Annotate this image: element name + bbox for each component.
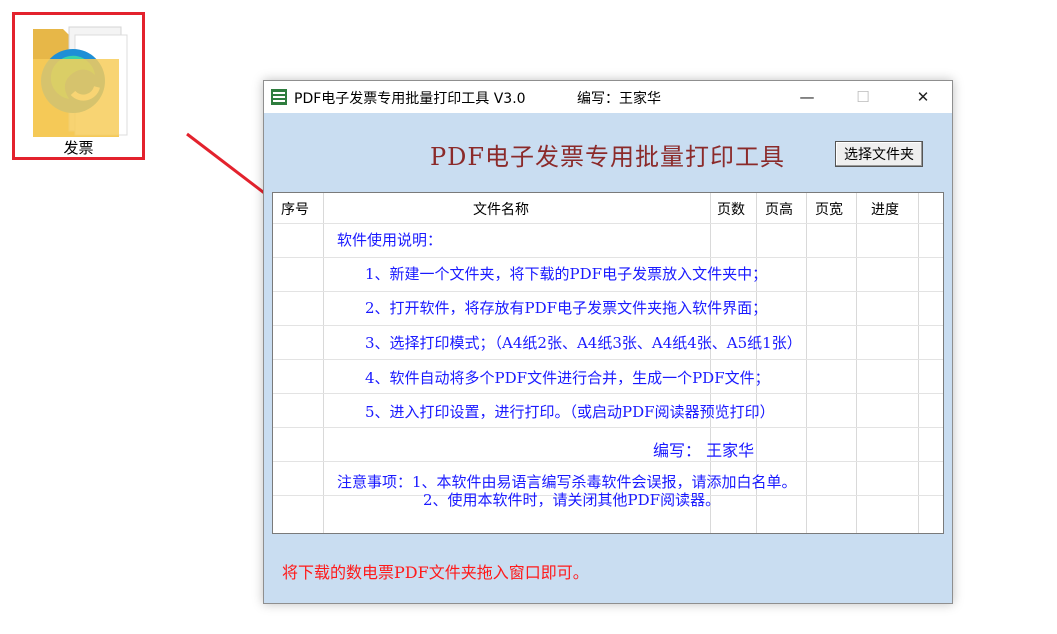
column-header-height[interactable]: 页高 xyxy=(765,199,793,219)
instructions-title: 软件使用说明： xyxy=(337,231,443,249)
notes-line-2: 2、使用本软件时，请关闭其他PDF阅读器。 xyxy=(423,491,721,509)
column-header-width[interactable]: 页宽 xyxy=(815,199,843,219)
instruction-step: 4、软件自动将多个PDF文件进行合并，生成一个PDF文件； xyxy=(365,369,770,387)
instruction-step: 2、打开软件，将存放有PDF电子发票文件夹拖入软件界面； xyxy=(365,299,768,317)
maximize-button[interactable]: ☐ xyxy=(840,81,886,113)
minimize-button[interactable]: — xyxy=(784,81,830,113)
app-window: PDF电子发票专用批量打印工具 V3.0 编写：王家华 — ☐ ✕ PDF电子发… xyxy=(263,80,953,604)
file-list[interactable]: 序号 文件名称 页数 页高 页宽 进度 软件使用说明： 1、新建一个文件夹，将下… xyxy=(272,192,944,534)
app-heading: PDF电子发票专用批量打印工具 xyxy=(430,143,786,171)
column-header-filename[interactable]: 文件名称 xyxy=(473,199,529,219)
instruction-step: 1、新建一个文件夹，将下载的PDF电子发票放入文件夹中； xyxy=(365,265,768,283)
row-divider xyxy=(273,223,943,224)
column-divider xyxy=(806,193,807,533)
instruction-step: 5、进入打印设置，进行打印。（或启动PDF阅读器预览打印） xyxy=(365,403,775,421)
column-header-pages[interactable]: 页数 xyxy=(717,199,745,219)
row-divider xyxy=(273,427,943,428)
app-icon xyxy=(271,89,287,105)
folder-highlight-box: 发票 xyxy=(12,12,145,160)
close-button[interactable]: ✕ xyxy=(900,81,946,113)
window-author: 编写：王家华 xyxy=(577,91,661,107)
column-divider xyxy=(323,193,324,533)
folder-icon[interactable] xyxy=(29,19,129,145)
window-title: PDF电子发票专用批量打印工具 V3.0 xyxy=(294,91,526,107)
column-divider xyxy=(856,193,857,533)
row-divider xyxy=(273,325,943,326)
choose-folder-button[interactable]: 选择文件夹 xyxy=(835,141,923,167)
row-divider xyxy=(273,461,943,462)
row-divider xyxy=(273,257,943,258)
folder-label[interactable]: 发票 xyxy=(15,137,142,158)
column-divider xyxy=(918,193,919,533)
column-header-index[interactable]: 序号 xyxy=(281,199,309,219)
title-bar[interactable]: PDF电子发票专用批量打印工具 V3.0 编写：王家华 — ☐ ✕ xyxy=(264,81,952,113)
instruction-step: 3、选择打印模式；（A4纸2张、A4纸3张、A4纸4张、A5纸1张） xyxy=(365,334,802,352)
row-divider xyxy=(273,359,943,360)
column-header-progress[interactable]: 进度 xyxy=(871,199,899,219)
status-hint: 将下载的数电票PDF文件夹拖入窗口即可。 xyxy=(282,563,589,582)
row-divider xyxy=(273,291,943,292)
row-divider xyxy=(273,393,943,394)
instructions-author: 编写： 王家华 xyxy=(653,441,755,460)
